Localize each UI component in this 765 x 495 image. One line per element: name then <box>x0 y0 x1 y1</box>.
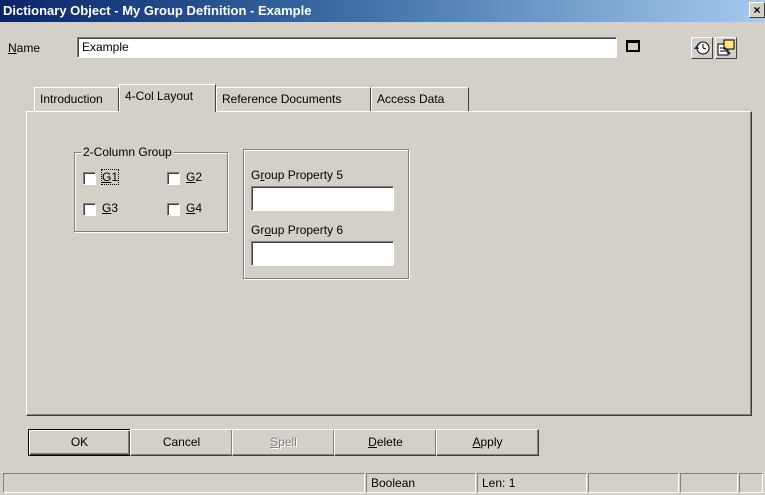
checkbox-g4-label[interactable]: G4 <box>186 201 202 215</box>
status-pane-length: Len: 1 <box>477 473 587 493</box>
tab-4-col-layout[interactable]: 4-Col Layout <box>119 84 216 112</box>
status-type: Boolean <box>371 476 416 490</box>
accel: G <box>102 201 112 215</box>
properties-group: Group Property 5 Group Property 6 <box>243 149 409 279</box>
label: Cancel <box>162 435 201 449</box>
status-pane-main <box>3 473 365 493</box>
label: OK <box>70 435 89 449</box>
name-label-accel: N <box>8 41 17 55</box>
checkbox-g2[interactable] <box>167 172 180 185</box>
status-pane-6 <box>739 473 763 493</box>
tab-label: 4-Col Layout <box>125 89 194 103</box>
accel: G <box>186 170 196 184</box>
accel: G <box>102 170 112 184</box>
accel: G <box>186 201 196 215</box>
post: oup Property 5 <box>264 168 344 182</box>
rest: 4 <box>195 201 203 215</box>
rest: pell <box>278 435 297 449</box>
ok-button[interactable]: OK <box>28 429 131 456</box>
rest: pply <box>480 435 503 449</box>
checkbox-g1-label[interactable]: G1 <box>100 169 120 185</box>
status-pane-4 <box>588 473 679 493</box>
checkbox-g2-label[interactable]: G2 <box>186 170 202 184</box>
label: Spell <box>270 435 297 449</box>
rest: 2 <box>195 170 203 184</box>
checkbox-g3-label[interactable]: G3 <box>102 201 118 215</box>
checkbox-g1[interactable] <box>83 172 96 185</box>
tab-label: Reference Documents <box>222 92 342 106</box>
accel: D <box>368 435 377 449</box>
two-column-group: 2-Column Group G1 G2 G3 G4 <box>74 145 228 232</box>
maximize-field-icon[interactable] <box>626 40 640 52</box>
status-pane-5 <box>680 473 738 493</box>
pre: G <box>251 168 261 182</box>
accel: A <box>472 435 481 449</box>
tab-access-data[interactable]: Access Data <box>371 87 469 111</box>
history-clock-icon <box>694 41 710 55</box>
object-properties-icon <box>717 39 735 56</box>
status-length: Len: 1 <box>482 476 516 490</box>
window-title: Dictionary Object - My Group Definition … <box>3 3 312 18</box>
tab-panel: 2-Column Group G1 G2 G3 G4 Group Propert… <box>26 111 752 416</box>
spell-button[interactable]: Spell <box>232 429 335 456</box>
checkbox-g4[interactable] <box>167 203 180 216</box>
rest: elete <box>376 435 403 449</box>
close-button[interactable]: × <box>749 2 765 18</box>
group-property-5-input[interactable] <box>251 186 394 211</box>
rest: 3 <box>111 201 119 215</box>
label: Apply <box>472 435 502 449</box>
pre: Gr <box>251 223 265 237</box>
group-legend: 2-Column Group <box>81 145 174 159</box>
dialog-window: Dictionary Object - My Group Definition … <box>0 0 765 495</box>
name-label: Name <box>8 41 40 55</box>
name-label-rest: ame <box>16 41 41 55</box>
tab-label: Access Data <box>377 92 445 106</box>
label: Delete <box>368 435 403 449</box>
object-properties-button[interactable] <box>715 37 737 59</box>
group-property-6-input[interactable] <box>251 241 394 266</box>
tab-reference-documents[interactable]: Reference Documents <box>216 87 371 111</box>
name-input[interactable]: Example <box>77 37 617 58</box>
status-pane-type: Boolean <box>366 473 476 493</box>
group-property-5-label: Group Property 5 <box>251 168 343 182</box>
title-bar: Dictionary Object - My Group Definition … <box>0 0 765 22</box>
group-property-6-label: Group Property 6 <box>251 223 343 237</box>
rest: 1 <box>111 170 119 184</box>
tab-introduction[interactable]: Introduction <box>34 87 119 111</box>
accel: S <box>270 435 279 449</box>
name-input-value: Example <box>82 40 129 54</box>
history-button[interactable] <box>691 37 713 59</box>
close-icon: × <box>753 3 761 17</box>
delete-button[interactable]: Delete <box>334 429 437 456</box>
cancel-button[interactable]: Cancel <box>130 429 233 456</box>
checkbox-g3[interactable] <box>83 203 96 216</box>
tab-label: Introduction <box>40 92 103 106</box>
post: up Property 6 <box>271 223 344 237</box>
apply-button[interactable]: Apply <box>436 429 539 456</box>
